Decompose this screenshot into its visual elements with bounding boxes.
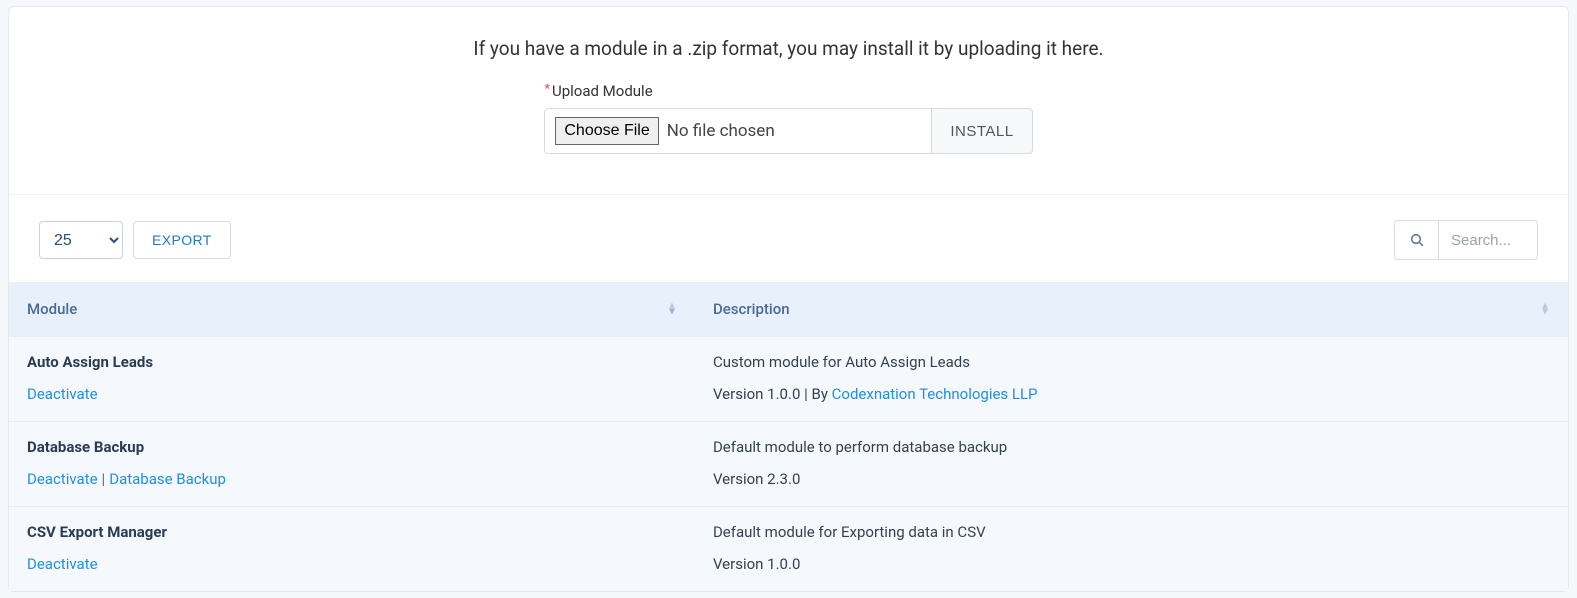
upload-label: *Upload Module bbox=[544, 82, 1032, 100]
page-size-select[interactable]: 25 bbox=[39, 221, 123, 259]
table-toolbar: 25 EXPORT bbox=[9, 195, 1568, 282]
module-extra-link[interactable]: Database Backup bbox=[109, 470, 226, 488]
module-actions: Deactivate|Database Backup bbox=[27, 470, 226, 488]
col-description[interactable]: Description ▲▼ bbox=[695, 282, 1568, 337]
toolbar-right bbox=[1394, 220, 1538, 260]
sort-icon: ▲▼ bbox=[667, 304, 677, 315]
install-button[interactable]: INSTALL bbox=[932, 108, 1032, 154]
modules-panel: If you have a module in a .zip format, y… bbox=[8, 6, 1569, 592]
module-description: Default module to perform database backu… bbox=[713, 438, 1550, 456]
intro-text: If you have a module in a .zip format, y… bbox=[29, 37, 1548, 60]
module-meta: Version 1.0.0 bbox=[713, 555, 800, 573]
module-name: Database Backup bbox=[27, 438, 677, 456]
table-row: CSV Export Manager Deactivate Default mo… bbox=[9, 507, 1568, 592]
table-row: Auto Assign Leads Deactivate Custom modu… bbox=[9, 337, 1568, 422]
upload-section: If you have a module in a .zip format, y… bbox=[9, 7, 1568, 164]
deactivate-link[interactable]: Deactivate bbox=[27, 555, 98, 573]
deactivate-link[interactable]: Deactivate bbox=[27, 385, 98, 403]
module-name: Auto Assign Leads bbox=[27, 353, 677, 371]
module-description: Custom module for Auto Assign Leads bbox=[713, 353, 1550, 371]
modules-table: Module ▲▼ Description ▲▼ Auto Assign Lea… bbox=[9, 282, 1568, 591]
file-upload-group: Choose File No file chosen INSTALL bbox=[544, 108, 1032, 154]
export-button[interactable]: EXPORT bbox=[133, 221, 231, 259]
search-icon bbox=[1409, 232, 1425, 248]
author-link[interactable]: Codexnation Technologies LLP bbox=[832, 385, 1038, 403]
toolbar-left: 25 EXPORT bbox=[39, 221, 231, 259]
module-name: CSV Export Manager bbox=[27, 523, 677, 541]
search-button[interactable] bbox=[1394, 220, 1438, 260]
search-input[interactable] bbox=[1438, 220, 1538, 260]
file-status: No file chosen bbox=[667, 121, 775, 141]
module-actions: Deactivate bbox=[27, 385, 98, 403]
deactivate-link[interactable]: Deactivate bbox=[27, 470, 98, 488]
choose-file-button[interactable]: Choose File bbox=[555, 117, 658, 145]
table-row: Database Backup Deactivate|Database Back… bbox=[9, 422, 1568, 507]
col-module[interactable]: Module ▲▼ bbox=[9, 282, 695, 337]
file-input[interactable]: Choose File No file chosen bbox=[544, 108, 932, 154]
module-meta: Version 2.3.0 bbox=[713, 470, 800, 488]
sort-icon: ▲▼ bbox=[1540, 304, 1550, 315]
module-actions: Deactivate bbox=[27, 555, 98, 573]
module-description: Default module for Exporting data in CSV bbox=[713, 523, 1550, 541]
module-meta: Version 1.0.0 | By Codexnation Technolog… bbox=[713, 385, 1038, 403]
